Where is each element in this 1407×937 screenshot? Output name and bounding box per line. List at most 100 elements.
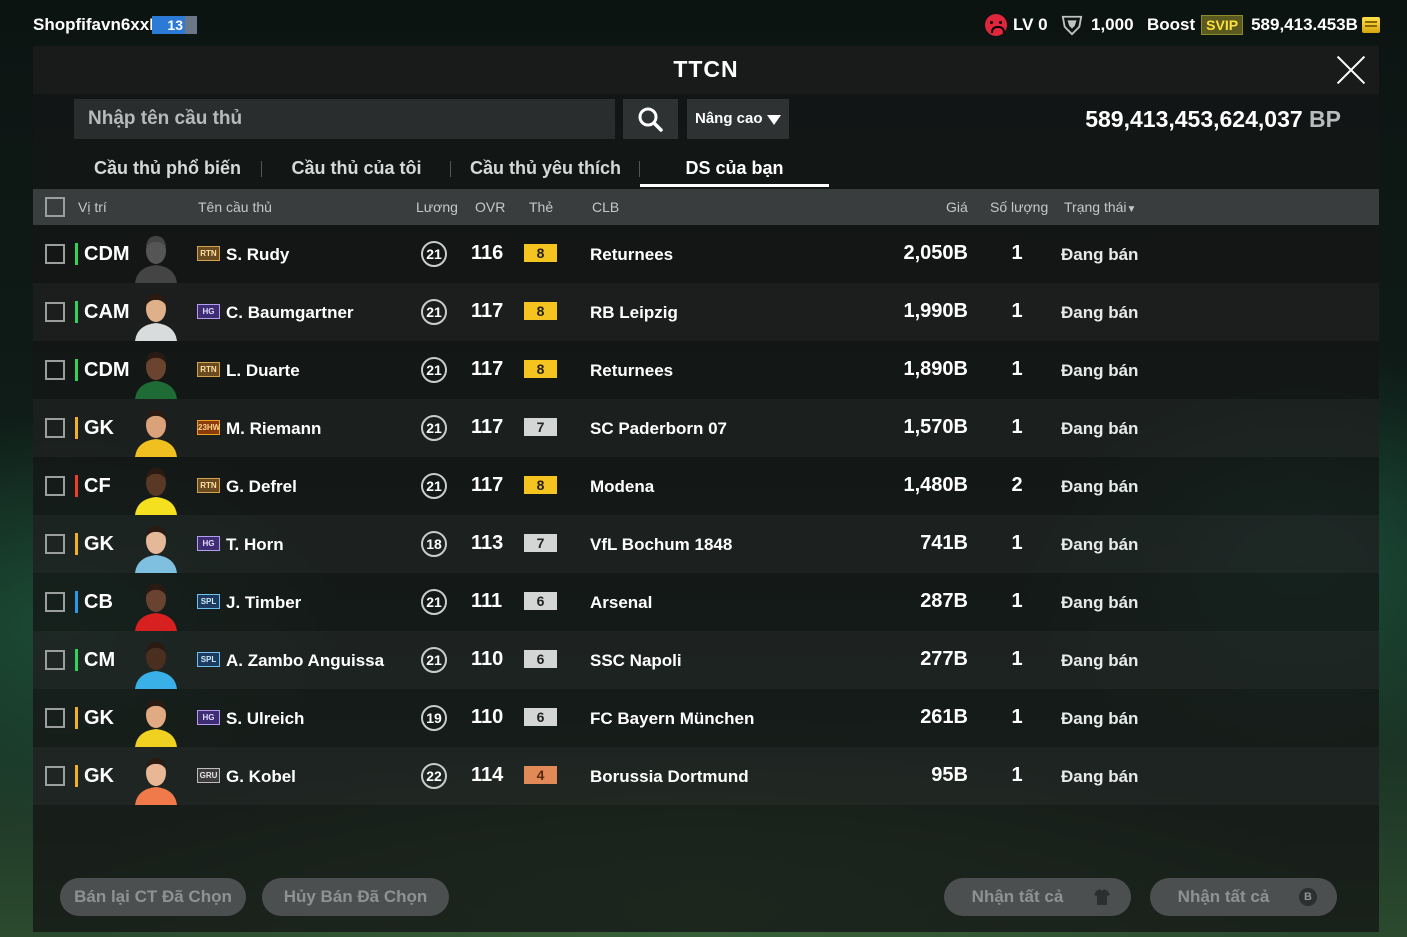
- player-position: GK: [75, 417, 114, 439]
- row-checkbox[interactable]: [45, 360, 65, 380]
- table-row[interactable]: GK 23HW M. Riemann 21 117 7 SC Paderborn 07 1,5…: [33, 399, 1379, 457]
- card-level-badge: 6: [524, 650, 557, 668]
- player-club: RB Leipzig: [590, 303, 678, 322]
- player-position: CB: [75, 591, 113, 613]
- player-name[interactable]: G. Defrel: [226, 477, 297, 497]
- tab-favorite-players[interactable]: Cầu thủ yêu thích: [451, 149, 640, 187]
- player-position: CF: [75, 475, 111, 497]
- listing-price: 2,050B: [903, 242, 969, 264]
- player-club: FC Bayern München: [590, 709, 755, 728]
- col-ovr[interactable]: OVR: [475, 199, 505, 215]
- table-row[interactable]: CDM RTN L. Duarte 21 117 8 Returnees 1,890B 1 Đan…: [33, 341, 1379, 399]
- row-checkbox[interactable]: [45, 766, 65, 786]
- svip-badge: SVIP: [1201, 15, 1244, 35]
- row-checkbox[interactable]: [45, 418, 65, 438]
- salary-badge: 21: [421, 357, 447, 383]
- table-row[interactable]: GK HG T. Horn 18 113 7 VfL Bochum 1848 741B 1 Đan…: [33, 515, 1379, 573]
- tab-my-players[interactable]: Cầu thủ của tôi: [262, 149, 451, 187]
- boost-indicator[interactable]: Boost SVIP 589,413.453B: [1147, 12, 1380, 38]
- col-player-name[interactable]: Tên cầu thủ: [198, 199, 272, 215]
- player-position: GK: [75, 765, 114, 787]
- player-ovr: 113: [471, 532, 504, 554]
- row-checkbox[interactable]: [45, 708, 65, 728]
- table-row[interactable]: CM SPL A. Zambo Anguissa 21 110 6 SSC Napoli 27…: [33, 631, 1379, 689]
- row-checkbox[interactable]: [45, 650, 65, 670]
- cancel-selected-button[interactable]: Hủy Bán Đã Chọn: [262, 878, 449, 916]
- player-avatar: [135, 468, 177, 515]
- advanced-filter-dropdown[interactable]: Nâng cao: [687, 99, 789, 139]
- player-club: Returnees: [590, 361, 674, 380]
- player-avatar: [135, 410, 177, 457]
- bp-total: 589,413,453,624,037 BP: [1085, 106, 1341, 133]
- table-header: Vị trí Tên cầu thủ Lương OVR Thẻ CLB Giá…: [33, 189, 1379, 225]
- username: Shopfifavn6xxR: [33, 15, 162, 34]
- level-indicator: LV 0: [985, 12, 1048, 38]
- player-name[interactable]: G. Kobel: [226, 767, 296, 787]
- table-row[interactable]: GK GRU G. Kobel 22 114 4 Borussia Dortmund 95B 1…: [33, 747, 1379, 805]
- close-icon[interactable]: [1335, 54, 1367, 86]
- card-level-badge: 4: [524, 766, 557, 784]
- table-row[interactable]: CAM HG C. Baumgartner 21 117 8 RB Leipzig 1,990…: [33, 283, 1379, 341]
- player-name[interactable]: L. Duarte: [226, 361, 300, 381]
- salary-badge: 18: [421, 531, 447, 557]
- search-input[interactable]: [74, 99, 615, 139]
- chevron-down-icon: [767, 115, 781, 125]
- table-row[interactable]: CDM RTN S. Rudy 21 116 8 Returnees 2,050B 1 Đang …: [33, 225, 1379, 283]
- col-salary[interactable]: Lương: [416, 199, 458, 215]
- receive-all-button-1[interactable]: Nhận tất cả: [944, 878, 1131, 916]
- season-badge-icon: HG: [197, 536, 220, 551]
- row-checkbox[interactable]: [45, 302, 65, 322]
- player-ovr: 110: [471, 706, 504, 728]
- listing-price: 1,890B: [903, 358, 969, 380]
- player-club: SSC Napoli: [590, 651, 682, 670]
- player-name[interactable]: S. Rudy: [226, 245, 289, 265]
- row-checkbox[interactable]: [45, 592, 65, 612]
- listing-price: 1,570B: [903, 416, 969, 438]
- card-level-badge: 8: [524, 244, 557, 262]
- col-position[interactable]: Vị trí: [78, 199, 107, 215]
- listing-status: Đang bán: [1061, 477, 1139, 496]
- col-status-sort[interactable]: Trạng thái▼: [1064, 199, 1136, 215]
- select-all-checkbox[interactable]: [45, 197, 65, 217]
- player-club: Modena: [590, 477, 655, 496]
- col-club[interactable]: CLB: [592, 199, 619, 215]
- col-card[interactable]: Thẻ: [529, 199, 553, 215]
- receive-all-button-2[interactable]: Nhận tất cả B: [1150, 878, 1337, 916]
- player-avatar: [135, 236, 177, 283]
- row-checkbox[interactable]: [45, 244, 65, 264]
- player-name[interactable]: J. Timber: [226, 593, 301, 613]
- resell-selected-button[interactable]: Bán lại CT Đã Chọn: [60, 878, 246, 916]
- player-avatar: [135, 700, 177, 747]
- col-quantity[interactable]: Số lượng: [990, 199, 1048, 215]
- panel-header: TTCN: [33, 46, 1379, 94]
- tab-popular-players[interactable]: Cầu thủ phổ biến: [73, 149, 262, 187]
- receive-all-label-1: Nhận tất cả: [971, 887, 1064, 906]
- listing-quantity: 1: [1011, 706, 1023, 728]
- table-row[interactable]: GK HG S. Ulreich 19 110 6 FC Bayern München 261…: [33, 689, 1379, 747]
- listing-quantity: 1: [1011, 590, 1023, 612]
- row-checkbox[interactable]: [45, 534, 65, 554]
- player-club: Borussia Dortmund: [590, 767, 749, 786]
- listing-price: 1,480B: [903, 474, 969, 496]
- card-level-badge: 7: [524, 534, 557, 552]
- card-level-badge: 7: [524, 418, 557, 436]
- salary-badge: 21: [421, 589, 447, 615]
- user-level-badge: 13: [152, 16, 197, 34]
- col-price[interactable]: Giá: [946, 199, 968, 215]
- listing-quantity: 1: [1011, 300, 1023, 322]
- points-value: 1,000: [1091, 15, 1134, 34]
- search-button[interactable]: [623, 99, 678, 139]
- table-row[interactable]: CB SPL J. Timber 21 111 6 Arsenal 287B 1 Đang bán: [33, 573, 1379, 631]
- listing-quantity: 2: [1011, 474, 1023, 496]
- tab-your-listings[interactable]: DS của bạn: [640, 149, 829, 187]
- player-name[interactable]: C. Baumgartner: [226, 303, 354, 323]
- player-name[interactable]: A. Zambo Anguissa: [226, 651, 384, 671]
- sad-face-icon: [985, 14, 1007, 36]
- player-club: VfL Bochum 1848: [590, 535, 733, 554]
- player-name[interactable]: T. Horn: [226, 535, 284, 555]
- salary-badge: 21: [421, 299, 447, 325]
- table-row[interactable]: CF RTN G. Defrel 21 117 8 Modena 1,480B 2 Đang bá…: [33, 457, 1379, 515]
- player-name[interactable]: M. Riemann: [226, 419, 321, 439]
- player-name[interactable]: S. Ulreich: [226, 709, 304, 729]
- row-checkbox[interactable]: [45, 476, 65, 496]
